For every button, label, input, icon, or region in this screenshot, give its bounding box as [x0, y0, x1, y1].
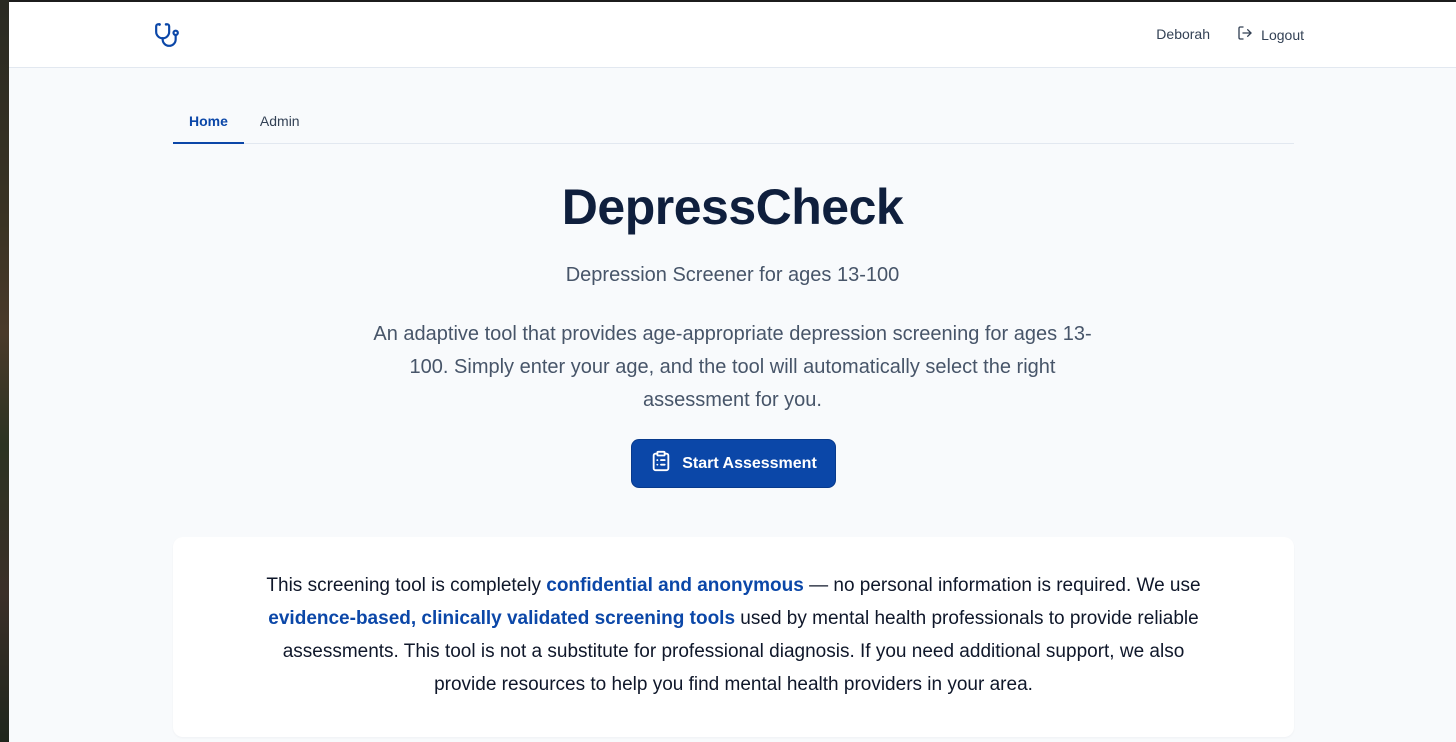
logout-icon [1237, 25, 1253, 44]
start-assessment-label: Start Assessment [682, 454, 817, 472]
info-text-part1: This screening tool is completely [266, 575, 547, 596]
info-card: This screening tool is completely confid… [173, 537, 1294, 737]
tab-bar: Home Admin [173, 102, 1294, 144]
tab-admin[interactable]: Admin [244, 102, 316, 144]
info-text-part2: — no personal information is required. W… [803, 575, 1201, 596]
page-title: DepressCheck [561, 179, 904, 235]
page-subtitle: Depression Screener for ages 13-100 [565, 264, 900, 286]
clipboard-list-icon [650, 450, 672, 477]
app-window: Deborah Logout Home Admin DepressCheck D… [9, 2, 1456, 742]
tab-home[interactable]: Home [173, 102, 244, 144]
logout-button[interactable]: Logout [1237, 25, 1304, 44]
top-navbar: Deborah Logout [9, 2, 1456, 68]
stethoscope-icon[interactable] [154, 22, 180, 48]
page-description: An adaptive tool that provides age-appro… [373, 323, 1092, 411]
start-assessment-button[interactable]: Start Assessment [631, 439, 836, 488]
info-highlight-evidence: evidence-based, clinically validated scr… [268, 608, 736, 629]
info-highlight-confidential: confidential and anonymous [546, 575, 804, 596]
background-strip [0, 0, 9, 742]
user-name: Deborah [1156, 26, 1210, 42]
logout-label: Logout [1261, 26, 1304, 43]
